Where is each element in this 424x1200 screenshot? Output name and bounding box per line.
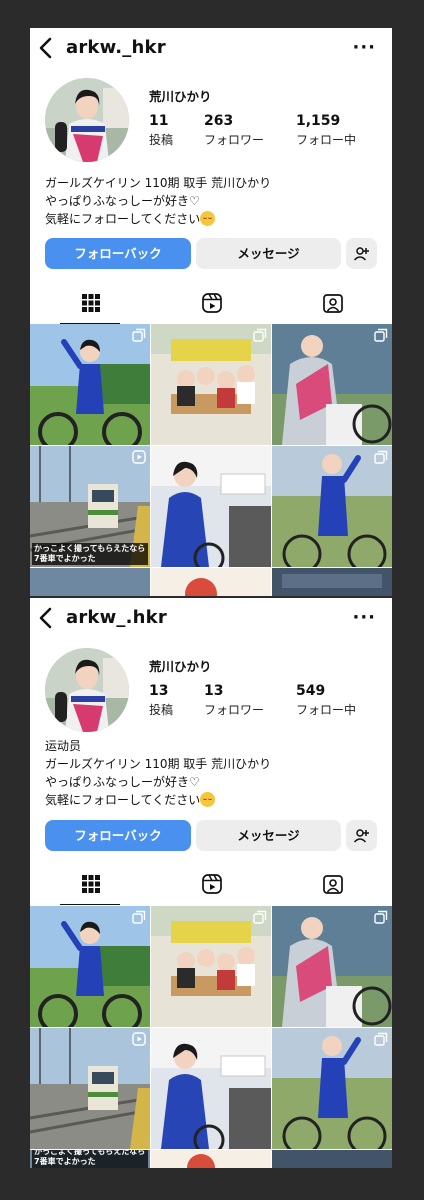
post-thumbnail[interactable] [30, 568, 150, 596]
carousel-icon [374, 450, 388, 464]
carousel-icon [374, 1032, 388, 1046]
posts-stat[interactable]: 13 投稿 [149, 683, 173, 718]
post-thumbnail[interactable] [151, 324, 271, 445]
bio-line: やっぱりふなっしーが好き♡ [45, 194, 200, 208]
following-stat[interactable]: 549 フォロー中 [296, 683, 356, 718]
reels-icon [202, 874, 222, 894]
grid-icon [82, 294, 100, 312]
grid-icon [82, 875, 100, 893]
posts-count: 13 [149, 683, 169, 699]
bio-line: 気軽にフォローしてください [45, 791, 271, 809]
post-thumbnail[interactable] [272, 324, 392, 445]
add-person-icon [353, 829, 369, 843]
username: arkw._hkr [66, 37, 166, 58]
suggest-users-button[interactable] [346, 820, 377, 851]
message-button[interactable]: メッセージ [196, 238, 341, 269]
tab-tagged[interactable] [272, 864, 392, 904]
post-thumbnail[interactable] [151, 906, 271, 1027]
back-arrow-icon[interactable] [36, 36, 56, 60]
carousel-icon [132, 328, 146, 342]
relieved-face-emoji-icon [200, 211, 216, 226]
following-count: 1,159 [296, 113, 341, 129]
header-bar: arkw_.hkr ··· [30, 598, 392, 638]
posts-label: 投稿 [149, 133, 174, 147]
carousel-icon [374, 910, 388, 924]
post-thumbnail[interactable] [151, 1028, 271, 1149]
header-bar: arkw._hkr ··· [30, 28, 392, 68]
back-arrow-icon[interactable] [36, 606, 56, 630]
followers-stat[interactable]: 263 フォロワー [204, 113, 264, 148]
message-button[interactable]: メッセージ [196, 820, 341, 851]
bio-line: やっぱりふなっしーが好き♡ [45, 775, 200, 789]
carousel-icon [374, 328, 388, 342]
bio-line: 気軽にフォローしてください [45, 210, 271, 228]
suggest-users-button[interactable] [346, 238, 377, 269]
followers-count: 13 [204, 683, 224, 699]
post-thumbnail[interactable] [272, 1150, 392, 1168]
bio-line: ガールズケイリン 110期 取手 荒川ひかり [45, 757, 272, 771]
post-thumbnail[interactable] [151, 1150, 271, 1168]
post-thumbnail[interactable] [272, 1028, 392, 1149]
tagged-person-icon [323, 294, 343, 313]
following-count: 549 [296, 683, 326, 699]
tab-posts-grid[interactable] [30, 283, 150, 324]
tab-reels[interactable] [151, 283, 271, 323]
reel-play-icon [132, 450, 146, 464]
avatar[interactable] [45, 78, 129, 162]
tab-reels[interactable] [151, 864, 271, 904]
post-grid: かっこよく撮ってもらえたなら 7番車でよかった [30, 324, 392, 596]
follow-back-button[interactable]: フォローバック [45, 238, 191, 269]
more-options-icon[interactable]: ··· [352, 607, 376, 628]
followers-stat[interactable]: 13 フォロワー [204, 683, 264, 718]
bio: 运动员 ガールズケイリン 110期 取手 荒川ひかり やっぱりふなっしーが好き♡… [45, 737, 271, 809]
post-caption: かっこよく撮ってもらえたなら 7番車でよかった [32, 543, 148, 565]
following-label: フォロー中 [296, 133, 357, 147]
display-name: 荒川ひかり [149, 659, 212, 674]
add-person-icon [353, 247, 369, 261]
profile-tabs [30, 283, 392, 324]
username: arkw_.hkr [66, 607, 167, 628]
followers-label: フォロワー [204, 133, 265, 147]
posts-stat[interactable]: 11 投稿 [149, 113, 173, 148]
reel-play-icon [132, 1032, 146, 1046]
bio-line: ガールズケイリン 110期 取手 荒川ひかり [45, 176, 272, 190]
carousel-icon [132, 910, 146, 924]
more-options-icon[interactable]: ··· [352, 37, 376, 58]
following-stat[interactable]: 1,159 フォロー中 [296, 113, 356, 148]
post-thumbnail[interactable] [151, 446, 271, 567]
display-name: 荒川ひかり [149, 89, 212, 104]
post-caption: かっこよく撮ってもらえたなら 7番車でよかった [32, 1150, 148, 1168]
profile-tabs [30, 864, 392, 905]
post-thumbnail[interactable] [272, 906, 392, 1027]
carousel-icon [253, 328, 267, 342]
posts-label: 投稿 [149, 703, 174, 717]
profile-screenshot-2: arkw_.hkr ··· 荒川ひかり 13 投稿 13 フォロワー 549 フ… [30, 598, 392, 1168]
reels-icon [202, 293, 222, 313]
post-thumbnail[interactable] [30, 906, 150, 1027]
post-thumbnail[interactable] [151, 568, 271, 596]
post-thumbnail[interactable]: かっこよく撮ってもらえたなら 7番車でよかった [30, 1150, 150, 1168]
post-grid: かっこよく撮ってもらえたなら 7番車でよかった [30, 906, 392, 1168]
post-thumbnail[interactable] [30, 324, 150, 445]
tagged-person-icon [323, 875, 343, 894]
tab-posts-grid[interactable] [30, 864, 150, 905]
tab-tagged[interactable] [272, 283, 392, 323]
avatar[interactable] [45, 648, 129, 732]
post-thumbnail[interactable] [30, 1028, 150, 1149]
post-thumbnail[interactable]: かっこよく撮ってもらえたなら 7番車でよかった [30, 446, 150, 567]
carousel-icon [253, 910, 267, 924]
relieved-face-emoji-icon [200, 792, 216, 807]
bio: ガールズケイリン 110期 取手 荒川ひかり やっぱりふなっしーが好き♡ 気軽に… [45, 174, 271, 228]
bio-line: 运动员 [45, 739, 82, 753]
followers-count: 263 [204, 113, 234, 129]
post-thumbnail[interactable] [272, 568, 392, 596]
following-label: フォロー中 [296, 703, 357, 717]
posts-count: 11 [149, 113, 169, 129]
post-thumbnail[interactable] [272, 446, 392, 567]
follow-back-button[interactable]: フォローバック [45, 820, 191, 851]
followers-label: フォロワー [204, 703, 265, 717]
profile-screenshot-1: arkw._hkr ··· 荒川ひかり 11 投稿 263 フォロワー 1,15… [30, 28, 392, 596]
